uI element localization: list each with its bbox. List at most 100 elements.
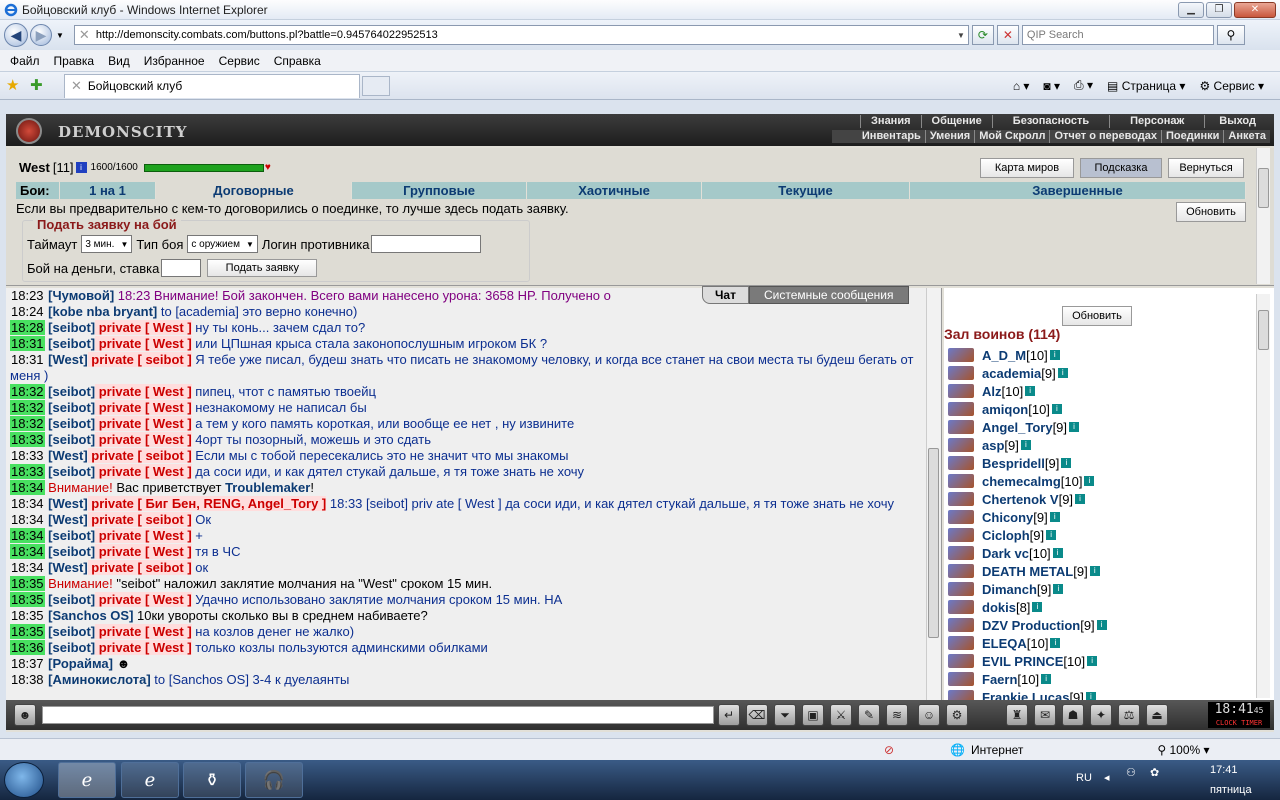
menu-file[interactable]: Файл [10, 54, 40, 68]
chat-private[interactable]: private [ West ] [95, 544, 192, 559]
warrior-name[interactable]: dokis [982, 600, 1016, 615]
warrior-row[interactable]: Dark vc [10] i [948, 544, 1248, 562]
menu-view[interactable]: Вид [108, 54, 130, 68]
chat-private[interactable]: private [ West ] [95, 320, 192, 335]
network-icon[interactable]: ⚇ [1126, 766, 1136, 779]
taskbar-app[interactable]: ⚱ [183, 762, 241, 798]
close-button[interactable]: ✕ [1234, 1, 1276, 18]
chat-nick[interactable]: [seibot] [48, 592, 95, 607]
warrior-name[interactable]: Dimanch [982, 582, 1037, 597]
page-menu[interactable]: ▤ Страница ▾ [1107, 79, 1185, 93]
chat-time[interactable]: 18:34 [10, 480, 45, 495]
chat-time[interactable]: 18:38 [10, 672, 45, 687]
chat-nick[interactable]: [West] [48, 496, 87, 511]
warrior-status-icon[interactable] [948, 420, 974, 434]
warrior-name[interactable]: Angel_Tory [982, 420, 1053, 435]
menu-fights[interactable]: Поединки [1161, 130, 1223, 143]
warrior-status-icon[interactable] [948, 654, 974, 668]
warrior-name[interactable]: academia [982, 366, 1041, 381]
warrior-status-icon[interactable] [948, 564, 974, 578]
chat-nick[interactable]: [West] [48, 448, 87, 463]
tab-chaotic[interactable]: Хаотичные [527, 182, 702, 199]
warrior-row[interactable]: Chicony [9] i [948, 508, 1248, 526]
chat-private[interactable]: private [ West ] [95, 416, 192, 431]
chat-time[interactable]: 18:34 [10, 496, 45, 511]
world-map-button[interactable]: Карта миров [980, 158, 1074, 178]
warrior-status-icon[interactable] [948, 456, 974, 470]
chat-time[interactable]: 18:33 [10, 464, 45, 479]
clock-timer[interactable]: 18:4145 CLOCK TIMER [1208, 702, 1270, 728]
feeds-icon[interactable]: ◙ ▾ [1043, 79, 1060, 93]
add-favorite-icon[interactable]: ✚ [30, 77, 48, 95]
menu-edit[interactable]: Правка [54, 54, 95, 68]
filter-icon[interactable]: ⏷ [774, 704, 796, 726]
warrior-status-icon[interactable] [948, 402, 974, 416]
chat-time[interactable]: 18:35 [10, 592, 45, 607]
info-icon[interactable]: i [1041, 674, 1052, 684]
chat-private[interactable]: private [ seibot ] [87, 560, 192, 575]
info-icon[interactable]: i [1085, 692, 1096, 700]
info-icon[interactable]: i [1057, 368, 1068, 378]
info-icon[interactable]: i [1049, 350, 1060, 360]
send-icon[interactable]: ↵ [718, 704, 740, 726]
new-tab-button[interactable] [362, 75, 390, 96]
info-icon[interactable]: i [1050, 638, 1061, 648]
warrior-status-icon[interactable] [948, 618, 974, 632]
warrior-name[interactable]: A_D_M [982, 348, 1026, 363]
scroll-thumb[interactable] [1258, 310, 1269, 350]
warrior-name[interactable]: chemecalmg [982, 474, 1061, 489]
chat-nick[interactable]: [Sanchos OS] [48, 608, 133, 623]
scroll-thumb[interactable] [1258, 168, 1269, 208]
tab-finished[interactable]: Завершенные [910, 182, 1246, 199]
menu-tools[interactable]: Сервис [219, 54, 260, 68]
chat-time[interactable]: 18:36 [10, 640, 45, 655]
warrior-status-icon[interactable] [948, 672, 974, 686]
warrior-row[interactable]: EVIL PRINCE [10] i [948, 652, 1248, 670]
settings-icon[interactable]: ⚙ [946, 704, 968, 726]
chat-scrollbar[interactable] [926, 288, 940, 700]
warrior-status-icon[interactable] [948, 348, 974, 362]
menu-help[interactable]: Справка [274, 54, 321, 68]
chat-private[interactable]: private [ West ] [95, 624, 192, 639]
warrior-name[interactable]: Chicony [982, 510, 1033, 525]
chat-nick[interactable]: [seibot] [48, 528, 95, 543]
warrior-row[interactable]: Angel_Tory [9] i [948, 418, 1248, 436]
info-icon[interactable]: i [1052, 548, 1063, 558]
chat-private[interactable]: private [ West ] [95, 640, 192, 655]
info-icon[interactable]: i [1032, 602, 1043, 612]
refresh-warriors-button[interactable]: Обновить [1062, 306, 1132, 326]
browser-tab[interactable]: ✕ Бойцовский клуб [64, 73, 360, 98]
chat-nick[interactable]: [seibot] [48, 624, 95, 639]
info-icon[interactable]: i [1020, 440, 1031, 450]
info-icon[interactable]: i [1053, 584, 1064, 594]
taskbar-ie[interactable]: ℯ [121, 762, 179, 798]
info-icon[interactable]: i [1087, 656, 1098, 666]
warrior-row[interactable]: DEATH METAL [9] i [948, 562, 1248, 580]
tab-system-messages[interactable]: Системные сообщения [748, 286, 909, 304]
chat-nick[interactable]: [Аминокислота] [48, 672, 150, 687]
chat-private[interactable]: private [ seibot ] [87, 512, 192, 527]
chat-time[interactable]: 18:32 [10, 400, 45, 415]
chat-private[interactable]: private [ West ] [95, 336, 192, 351]
chat-nick[interactable]: [seibot] [48, 336, 95, 351]
chat-time[interactable]: 18:34 [10, 512, 45, 527]
search-input[interactable]: QIP Search [1021, 25, 1214, 45]
chat-nick[interactable]: [seibot] [48, 384, 95, 399]
warrior-name[interactable]: Faern [982, 672, 1017, 687]
menu-security[interactable]: Безопасность [991, 115, 1109, 128]
chat-private[interactable]: private [ West ] [95, 432, 192, 447]
warrior-row[interactable]: A_D_M [10] i [948, 346, 1248, 364]
warrior-name[interactable]: Bespridell [982, 456, 1045, 471]
warrior-name[interactable]: DZV Production [982, 618, 1080, 633]
chat-private[interactable]: private [ West ] [95, 464, 192, 479]
friends-icon[interactable]: ☗ [1062, 704, 1084, 726]
chat-time[interactable]: 18:23 [10, 288, 45, 303]
chat-time[interactable]: 18:31 [10, 352, 45, 367]
chat-nick[interactable]: [West] [48, 512, 87, 527]
popup-blocked-icon[interactable]: ⊘ [884, 743, 894, 757]
warrior-name[interactable]: DEATH METAL [982, 564, 1073, 579]
menu-transfer-report[interactable]: Отчет о переводах [1049, 130, 1161, 143]
refresh-button[interactable]: ⟳ [971, 25, 994, 45]
inventory-icon[interactable]: ♜ [1006, 704, 1028, 726]
battle-panel-scrollbar[interactable] [1256, 148, 1270, 284]
